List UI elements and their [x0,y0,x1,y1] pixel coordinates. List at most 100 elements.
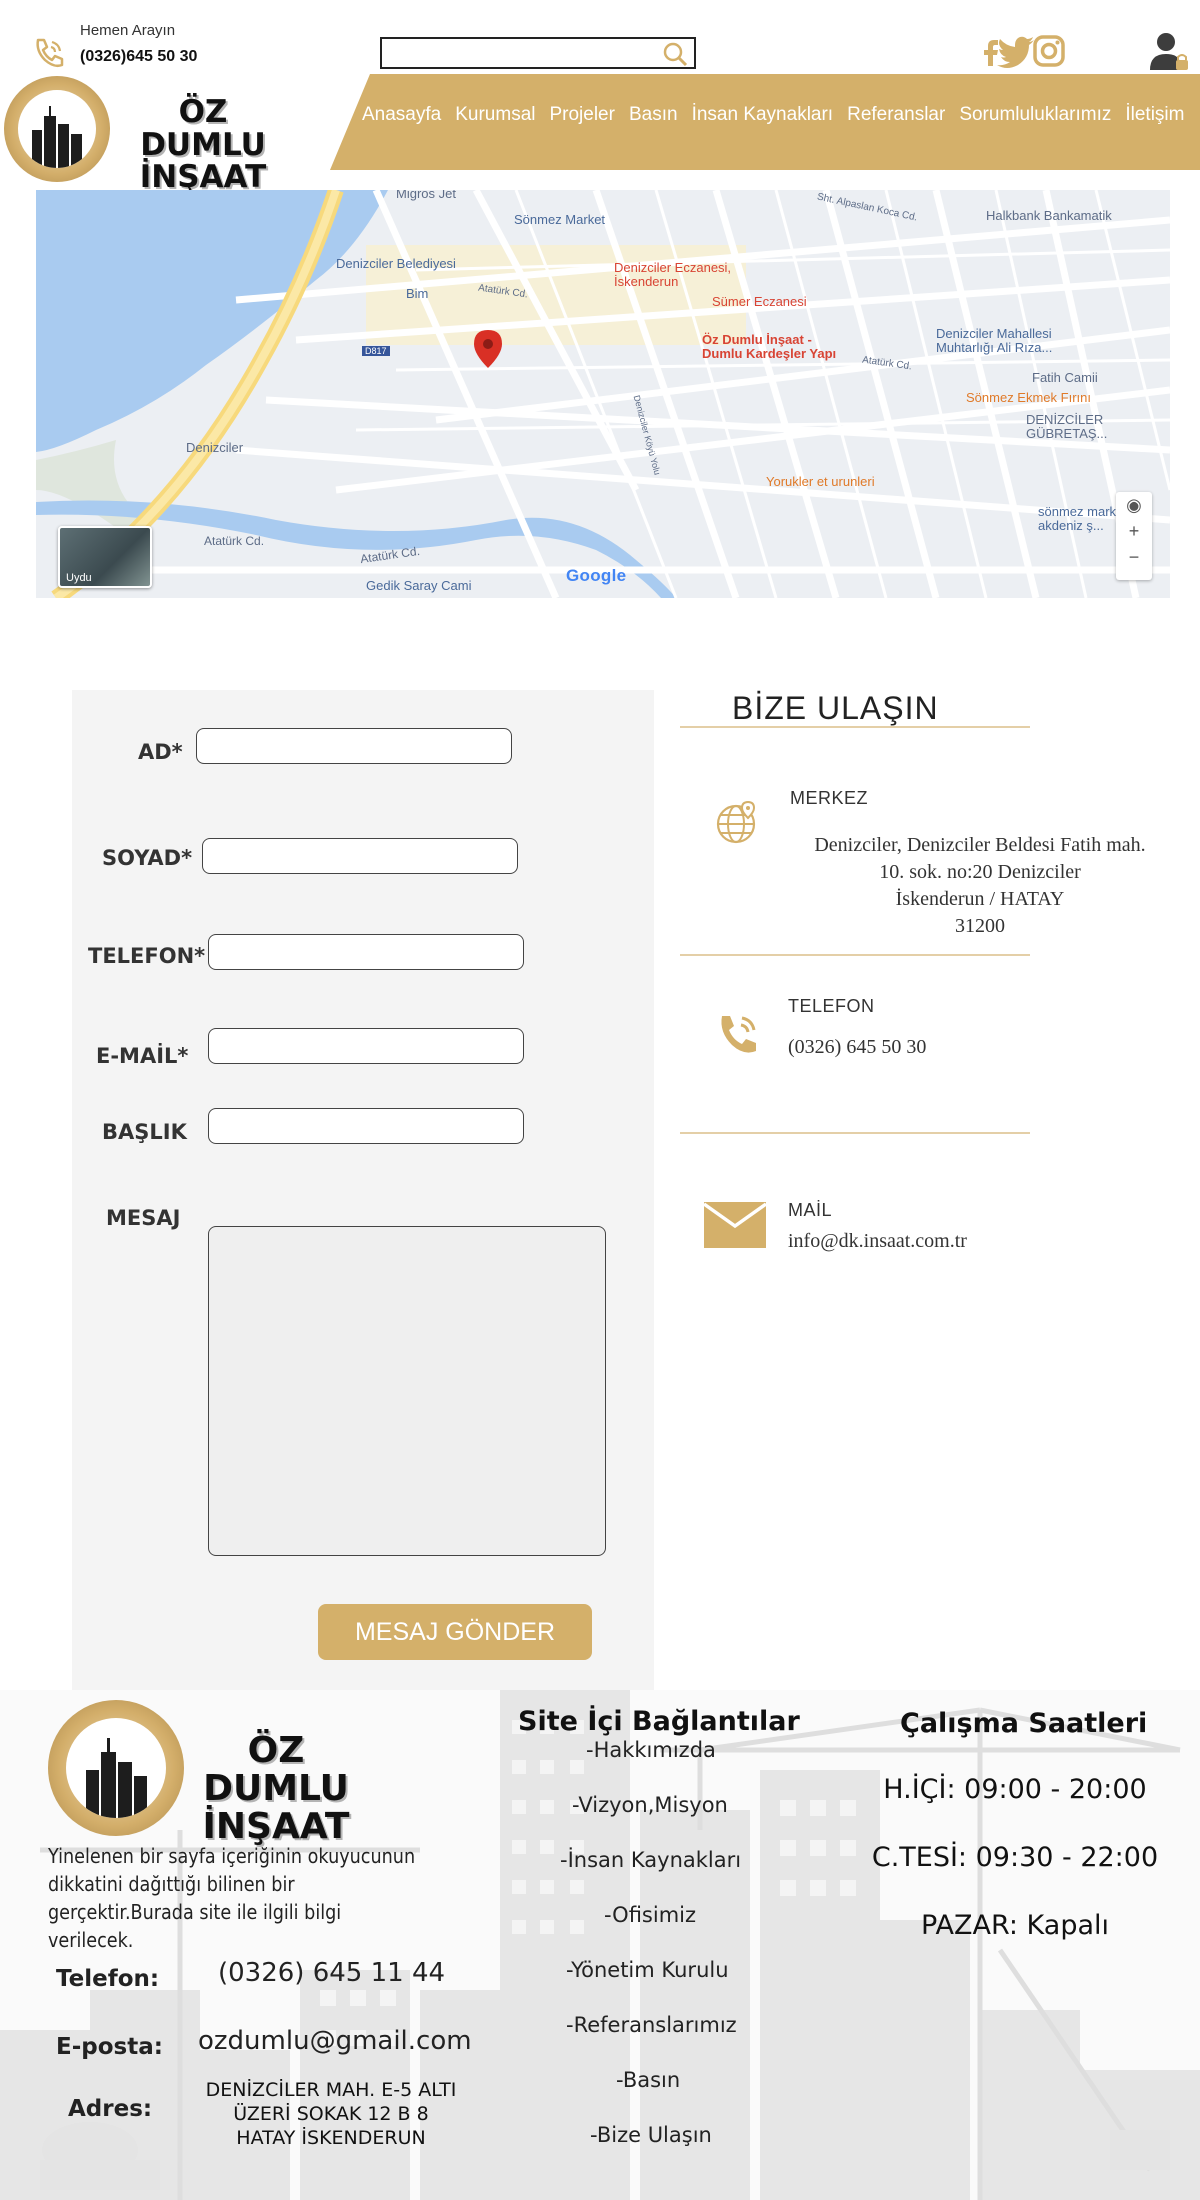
contact-divider [680,954,1030,956]
footer-links-title: Site İçi Bağlantılar [518,1706,800,1737]
address-block: Denizciler, Denizciler Beldesi Fatih mah… [790,832,1170,940]
map-label-sonmez-market: Sönmez Market [514,212,606,227]
nav-sorumluluklarimiz[interactable]: Sorumluluklarımız [959,104,1111,126]
telefon-label: TELEFON* [88,944,206,968]
zoom-in-button[interactable]: + [1116,518,1152,544]
contact-email[interactable]: info@dk.insaat.com.tr [788,1230,967,1253]
google-logo: Google [566,566,626,586]
soyad-input[interactable] [202,838,518,874]
map-label-migros: Migros Jet [396,190,456,201]
search-box [380,37,696,69]
instagram-icon[interactable] [1032,34,1066,68]
search-icon[interactable] [662,41,688,67]
page: Hemen Arayın (0326)645 50 30 ÖZ DUMLU İN… [0,0,1200,2200]
map-label-place-name: Öz Dumlu İnşaat - [702,332,812,347]
footer-address-line-1: DENİZCİLER MAH. E-5 ALTI [205,2079,457,2101]
google-letters: Google [566,566,627,585]
footer-link-referanslar[interactable]: -Referanslarımız [566,2013,737,2037]
address-line-2: 10. sok. no:20 Denizciler [879,861,1081,883]
footer-hours-title: Çalışma Saatleri [900,1708,1148,1739]
footer-eposta-label: E-posta: [56,2034,163,2060]
call-number[interactable]: (0326)645 50 30 [80,48,197,66]
map-label-bim: Bim [406,286,429,301]
map-label-sonmez-akdeniz-2: akdeniz ş... [1038,518,1104,533]
footer-link-vizyon[interactable]: -Vizyon,Misyon [572,1793,728,1817]
hours-weekday: H.İÇİ: 09:00 - 20:00 [883,1774,1147,1805]
globe-icon [716,800,756,844]
map-label-place-name-2: Dumlu Kardeşler Yapı [702,346,837,361]
mesaj-textarea[interactable] [208,1226,606,1556]
map-label-halkbank: Halkbank Bankamatik [986,208,1112,223]
nav-anasayfa[interactable]: Anasayfa [362,104,441,126]
footer-link-basin[interactable]: -Basın [616,2068,680,2092]
map-zoom-controls: ◉ + − [1116,492,1152,580]
email-label: E-MAİL* [96,1044,189,1068]
contact-phone[interactable]: (0326) 645 50 30 [788,1036,926,1059]
footer-logo-building-icon [66,1718,166,1818]
map-label-ataturk-3: Atatürk Cd. [204,534,265,548]
telefon-heading: TELEFON [788,996,875,1016]
hours-sunday: PAZAR: Kapalı [920,1910,1110,1941]
location-map[interactable]: Migros Jet Sönmez Market Halkbank Bankam… [36,190,1170,598]
email-input[interactable] [208,1028,524,1064]
logo-text-line2: İNŞAAT [139,159,267,196]
map-label-denizciler: Denizciler [186,440,244,455]
baslik-input[interactable] [208,1108,524,1144]
satellite-toggle[interactable]: Uydu [58,526,152,588]
footer-address-line-3: HATAY İSKENDERUN [236,2127,426,2149]
map-label-sumer: Sümer Eczanesi [712,294,807,309]
footer-link-hakkimizda[interactable]: -Hakkımızda [586,1738,716,1762]
mail-heading: MAİL [788,1200,833,1220]
map-label-gedik: Gedik Saray Cami [366,578,472,593]
map-label-eczane: Denizciler Eczanesi, [614,260,732,275]
merkez-heading: MERKEZ [790,788,869,808]
footer-logo-line2: İNŞAAT [202,1805,350,1847]
nav-projeler[interactable]: Projeler [549,104,614,126]
footer-link-yonetim[interactable]: -Yönetim Kurulu [566,1958,729,1982]
logo-building-icon [18,90,96,168]
footer-address-line-2: ÜZERİ SOKAK 12 B 8 [233,2103,429,2125]
footer-telefon[interactable]: (0326) 645 11 44 [218,1958,445,1988]
nav-insan-kaynaklari[interactable]: İnsan Kaynakları [692,104,834,126]
contact-divider [680,726,1030,728]
footer-link-bize-ulasin[interactable]: -Bize Ulaşın [590,2123,712,2147]
zoom-out-button[interactable]: − [1116,544,1152,570]
phone-icon [721,1016,756,1053]
street-view-icon[interactable]: ◉ [1116,492,1152,518]
send-message-button[interactable]: MESAJ GÖNDER [318,1604,592,1660]
address-line-1: Denizciler, Denizciler Beldesi Fatih mah… [814,834,1146,856]
footer-link-ofisimiz[interactable]: -Ofisimiz [604,1903,696,1927]
footer-link-insan-kaynaklari[interactable]: -İnsan Kaynakları [560,1848,741,1872]
map-label-sonmez-akdeniz: sönmez market [1038,504,1127,519]
search-input[interactable] [388,39,658,65]
map-label-gubretas: DENİZCİLER [1026,412,1104,427]
footer-telefon-label: Telefon: [56,1966,160,1992]
map-label-eczane-city: İskenderun [614,274,679,289]
phone-icon [36,38,64,68]
map-label-ekmek: Sönmez Ekmek Fırını [966,390,1091,405]
soyad-label: SOYAD* [102,846,193,870]
nav-basin[interactable]: Basın [629,104,678,126]
user-login-icon[interactable] [1148,30,1190,72]
map-label-muhtar-2: Muhtarlığı Ali Rıza... [936,340,1053,355]
footer-adres-label: Adres: [68,2096,153,2122]
nav-referanslar[interactable]: Referanslar [847,104,945,126]
satellite-label: Uydu [66,572,92,584]
contact-title: BİZE ULAŞIN [732,690,939,726]
footer-eposta[interactable]: ozdumlu@gmail.com [198,2026,472,2056]
mesaj-label: MESAJ [106,1206,181,1230]
map-label-yorukler: Yorukler et urunleri [766,474,875,489]
twitter-icon[interactable] [996,34,1036,68]
nav-kurumsal[interactable]: Kurumsal [455,104,535,126]
map-label-belediye: Denizciler Belediyesi [336,256,456,271]
mail-icon [702,1202,768,1248]
ad-input[interactable] [196,728,512,764]
ad-label: AD* [138,740,183,764]
footer-description: Yinelenen bir sayfa içeriğinin okuyucunu… [48,1844,416,1952]
address-line-4: 31200 [955,915,1005,937]
telefon-input[interactable] [208,934,524,970]
nav-iletisim[interactable]: İletişim [1125,104,1184,126]
logo-text-line1: ÖZ DUMLU [140,94,266,163]
call-label: Hemen Arayın [80,22,176,39]
footer-address: DENİZCİLER MAH. E-5 ALTI ÜZERİ SOKAK 12 … [196,2078,466,2150]
